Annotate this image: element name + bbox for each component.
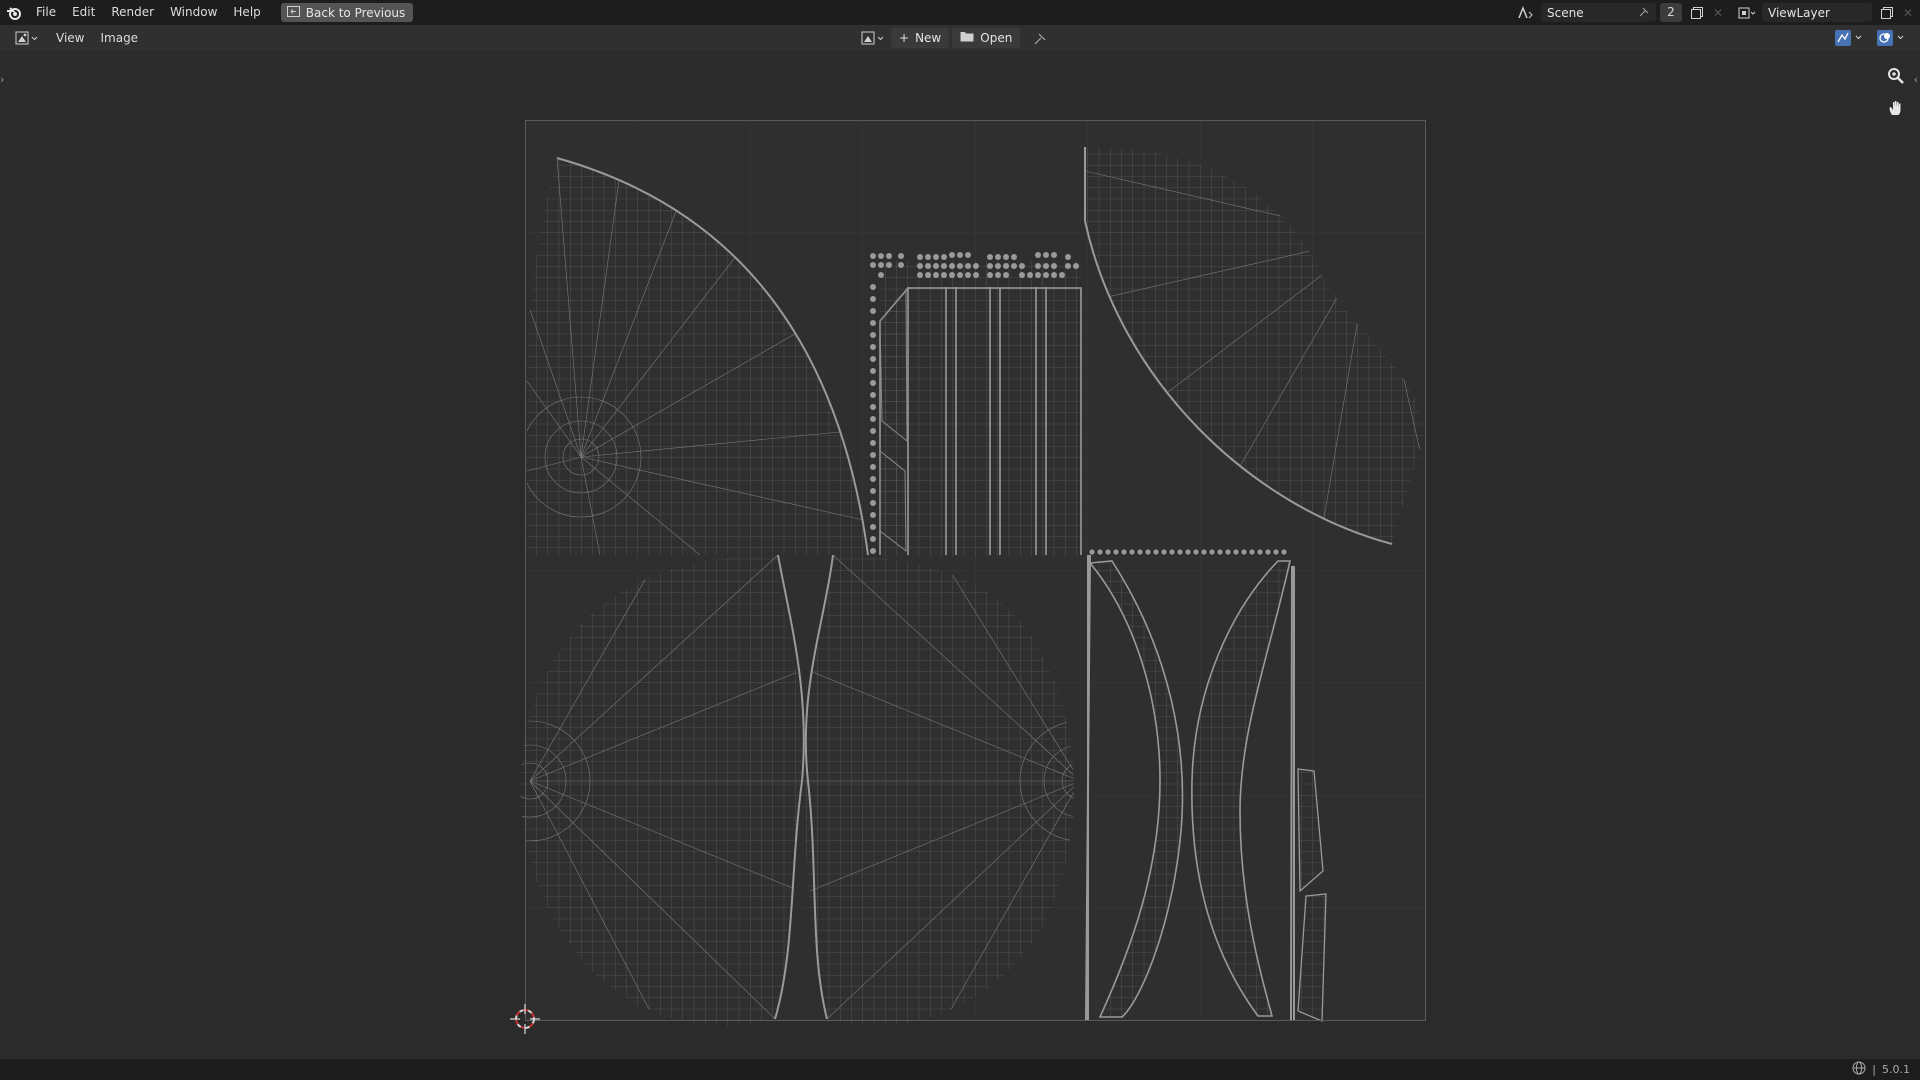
image-editor-header: View Image + New Open — [0, 25, 1920, 51]
scene-icon[interactable] — [1515, 3, 1537, 22]
image-browse-icon[interactable] — [860, 29, 888, 48]
menu-render[interactable]: Render — [103, 0, 162, 25]
hand-pan-icon[interactable] — [1884, 96, 1908, 120]
open-label: Open — [980, 31, 1013, 45]
menu-window[interactable]: Window — [162, 0, 225, 25]
menu-help[interactable]: Help — [225, 0, 268, 25]
uv-editor-viewport[interactable]: › ‹ — [0, 51, 1920, 1059]
view-layer-field[interactable]: ViewLayer — [1762, 3, 1872, 22]
uv-island-bottom-left — [520, 555, 804, 1026]
duplicate-icon[interactable] — [1686, 3, 1708, 22]
overlay-icon[interactable] — [1876, 28, 1910, 47]
back-label: Back to Previous — [305, 5, 406, 20]
scene-name-field[interactable]: Scene — [1541, 3, 1656, 22]
pin-icon[interactable] — [1639, 6, 1650, 20]
zoom-icon[interactable] — [1884, 64, 1908, 88]
new-label: New — [915, 31, 942, 45]
view-layer-name: ViewLayer — [1768, 5, 1830, 20]
scene-selector-group: Scene 2 ✕ ViewLayer ✕ — [1515, 0, 1920, 25]
navigation-gizmo — [1884, 64, 1908, 120]
image-datablock-tools: + New Open — [860, 28, 1051, 48]
close-icon[interactable]: ✕ — [1712, 3, 1724, 22]
duplicate-icon[interactable] — [1876, 3, 1898, 22]
menu-image[interactable]: Image — [92, 31, 146, 45]
new-image-button[interactable]: + New — [891, 28, 950, 48]
scene-name: Scene — [1547, 5, 1584, 20]
uv-canvas — [510, 120, 1426, 1034]
menu-view[interactable]: View — [48, 31, 92, 45]
uv-island-center-column — [880, 261, 1082, 557]
view-layer-icon[interactable] — [1736, 3, 1758, 22]
menu-edit[interactable]: Edit — [64, 0, 103, 25]
status-separator: | — [1872, 1063, 1876, 1076]
back-icon — [286, 5, 300, 20]
status-bar: | 5.0.1 — [0, 1059, 1920, 1080]
pin-icon[interactable] — [1029, 29, 1051, 48]
back-to-previous-button[interactable]: Back to Previous — [280, 3, 414, 22]
open-image-button[interactable]: Open — [952, 28, 1021, 48]
top-bar: File Edit Render Window Help Back to Pre… — [0, 0, 1920, 25]
folder-icon — [960, 31, 974, 45]
editor-type-icon[interactable] — [8, 28, 48, 48]
close-icon[interactable]: ✕ — [1902, 3, 1914, 22]
scene-users-count[interactable]: 2 — [1660, 3, 1682, 22]
plus-icon: + — [899, 31, 910, 45]
blender-logo-icon[interactable] — [0, 0, 28, 25]
globe-icon[interactable] — [1852, 1061, 1866, 1078]
uv-sync-icon[interactable] — [1834, 28, 1868, 47]
header-right-tools — [1834, 28, 1910, 47]
version-label: 5.0.1 — [1882, 1063, 1910, 1076]
menu-file[interactable]: File — [28, 0, 64, 25]
